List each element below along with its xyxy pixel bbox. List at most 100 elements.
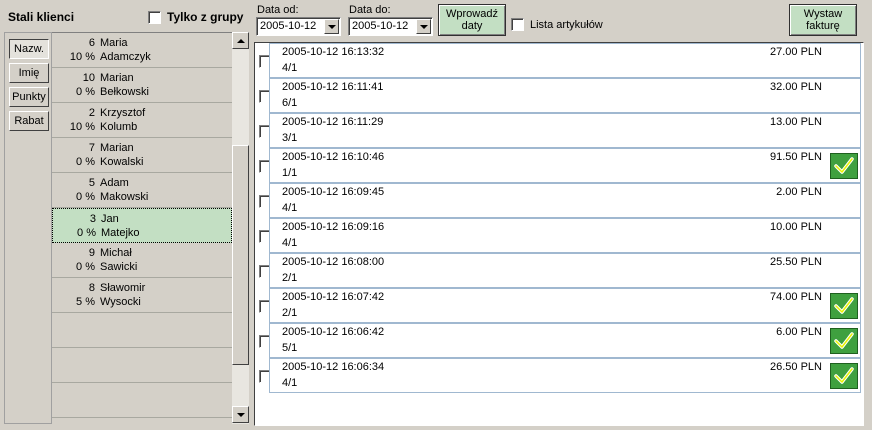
date-to-label: Data do: <box>349 4 391 16</box>
sort-by-name-button[interactable]: Nazw. <box>9 39 49 59</box>
client-first-name: Krzysztof <box>100 107 146 119</box>
sale-card[interactable]: 2005-10-12 16:09:45 4/1 2.00 PLN <box>269 183 861 218</box>
sale-card[interactable]: 2005-10-12 16:06:34 4/1 26.50 PLN <box>269 358 861 393</box>
sales-panel: Data od: 2005-10-12 Data do: 2005-10-12 … <box>251 0 872 430</box>
sale-card[interactable]: 2005-10-12 16:06:42 5/1 6.00 PLN <box>269 323 861 358</box>
sale-datetime: 2005-10-12 16:07:42 <box>282 291 385 303</box>
date-from-dropdown-button[interactable] <box>324 19 339 34</box>
sale-reference: 3/1 <box>282 132 298 144</box>
client-discount: 0 % <box>76 191 95 203</box>
date-to-select[interactable]: 2005-10-12 <box>348 17 433 36</box>
client-first-name: Adam <box>100 177 129 189</box>
loyal-clients-header: Stali klienci Tylko z grupy <box>0 0 251 32</box>
chevron-down-icon <box>327 24 336 29</box>
date-from-select[interactable]: 2005-10-12 <box>256 17 341 36</box>
sale-card[interactable]: 2005-10-12 16:07:42 2/1 74.00 PLN <box>269 288 861 323</box>
client-points: 10 <box>82 72 95 84</box>
chevron-down-icon <box>419 24 428 29</box>
client-points: 3 <box>89 213 96 225</box>
client-points: 8 <box>88 282 95 294</box>
client-points: 7 <box>88 142 95 154</box>
sale-card[interactable]: 2005-10-12 16:10:46 1/1 91.50 PLN <box>269 148 861 183</box>
enter-dates-label-line1: Wprowadź <box>446 8 498 20</box>
client-last-name: Sawicki <box>100 261 138 273</box>
sale-row[interactable]: 2005-10-12 16:06:42 5/1 6.00 PLN <box>255 323 863 358</box>
client-last-name: Matejko <box>101 227 140 239</box>
sale-row[interactable]: 2005-10-12 16:09:16 4/1 10.00 PLN <box>255 218 863 253</box>
issue-invoice-label-line2: fakturę <box>806 20 840 32</box>
client-discount: 0 % <box>77 227 96 239</box>
sort-by-first-name-button[interactable]: Imię <box>9 63 49 83</box>
scrollbar-thumb[interactable] <box>232 145 249 365</box>
sale-row[interactable]: 2005-10-12 16:09:45 4/1 2.00 PLN <box>255 183 863 218</box>
sort-by-discount-button[interactable]: Rabat <box>9 111 49 131</box>
client-last-name: Adamczyk <box>100 51 151 63</box>
sort-buttons: Nazw. Imię Punkty Rabat <box>4 32 52 424</box>
client-last-name: Kowalski <box>100 156 144 168</box>
client-discount: 0 % <box>76 86 95 98</box>
sale-row[interactable]: 2005-10-12 16:06:34 4/1 26.50 PLN <box>255 358 863 393</box>
issue-invoice-button[interactable]: Wystaw fakturę <box>789 4 857 36</box>
enter-dates-button[interactable]: Wprowadź daty <box>438 4 506 36</box>
scroll-up-button[interactable] <box>232 32 249 49</box>
sort-by-points-button[interactable]: Punkty <box>9 87 49 107</box>
date-from-value: 2005-10-12 <box>260 20 317 32</box>
sale-card[interactable]: 2005-10-12 16:13:32 4/1 27.00 PLN <box>269 43 861 78</box>
sale-reference: 4/1 <box>282 202 298 214</box>
sale-datetime: 2005-10-12 16:10:46 <box>282 151 385 163</box>
sale-row[interactable]: 2005-10-12 16:13:32 4/1 27.00 PLN <box>255 43 863 78</box>
client-list-scrollbar[interactable] <box>232 32 249 424</box>
sale-amount: 32.00 PLN <box>770 81 822 93</box>
sale-reference: 4/1 <box>282 62 298 74</box>
client-row-empty[interactable] <box>52 348 232 383</box>
client-points: 6 <box>88 37 95 49</box>
sale-card[interactable]: 2005-10-12 16:11:41 6/1 32.00 PLN <box>269 78 861 113</box>
sale-reference: 6/1 <box>282 97 298 109</box>
client-points: 9 <box>88 247 95 259</box>
client-discount: 10 % <box>69 121 95 133</box>
client-points: 2 <box>88 107 95 119</box>
articles-list-checkbox[interactable] <box>511 18 524 31</box>
sale-amount: 26.50 PLN <box>770 361 822 373</box>
sale-row[interactable]: 2005-10-12 16:08:00 2/1 25.50 PLN <box>255 253 863 288</box>
client-row[interactable]: 5 0 % Adam Makowski <box>52 173 232 208</box>
sale-reference: 4/1 <box>282 377 298 389</box>
client-row[interactable]: 3 0 % Jan Matejko <box>52 208 232 243</box>
client-first-name: Michał <box>100 247 132 259</box>
sale-row[interactable]: 2005-10-12 16:11:41 6/1 32.00 PLN <box>255 78 863 113</box>
sale-row[interactable]: 2005-10-12 16:10:46 1/1 91.50 PLN <box>255 148 863 183</box>
checkmark-icon <box>830 293 858 319</box>
client-row[interactable]: 7 0 % Marian Kowalski <box>52 138 232 173</box>
loyal-clients-panel: Stali klienci Tylko z grupy Nazw. Imię P… <box>0 0 251 430</box>
group-only-toggle[interactable]: Tylko z grupy <box>148 10 243 24</box>
sale-amount: 10.00 PLN <box>770 221 822 233</box>
scroll-down-button[interactable] <box>232 406 249 423</box>
client-discount: 0 % <box>76 261 95 273</box>
client-row-empty[interactable] <box>52 383 232 418</box>
date-to-dropdown-button[interactable] <box>416 19 431 34</box>
client-row-empty[interactable] <box>52 313 232 348</box>
client-row[interactable]: 6 10 % Maria Adamczyk <box>52 33 232 68</box>
sale-card[interactable]: 2005-10-12 16:09:16 4/1 10.00 PLN <box>269 218 861 253</box>
client-row[interactable]: 10 0 % Marian Bełkowski <box>52 68 232 103</box>
client-row[interactable]: 8 5 % Sławomir Wysocki <box>52 278 232 313</box>
sale-datetime: 2005-10-12 16:13:32 <box>282 46 385 58</box>
sale-amount: 74.00 PLN <box>770 291 822 303</box>
sale-datetime: 2005-10-12 16:09:45 <box>282 186 385 198</box>
sale-reference: 2/1 <box>282 272 298 284</box>
sale-card[interactable]: 2005-10-12 16:11:29 3/1 13.00 PLN <box>269 113 861 148</box>
articles-list-toggle[interactable]: Lista artykułów <box>511 18 603 31</box>
group-only-checkbox[interactable] <box>148 10 161 24</box>
loyal-clients-title: Stali klienci <box>8 10 75 24</box>
checkmark-icon <box>830 153 858 179</box>
client-first-name: Jan <box>101 213 119 225</box>
sale-datetime: 2005-10-12 16:08:00 <box>282 256 385 268</box>
sale-card[interactable]: 2005-10-12 16:08:00 2/1 25.50 PLN <box>269 253 861 288</box>
sale-row[interactable]: 2005-10-12 16:11:29 3/1 13.00 PLN <box>255 113 863 148</box>
client-row[interactable]: 2 10 % Krzysztof Kolumb <box>52 103 232 138</box>
arrow-up-icon <box>236 38 245 43</box>
client-row[interactable]: 9 0 % Michał Sawicki <box>52 243 232 278</box>
group-only-label: Tylko z grupy <box>167 10 244 24</box>
sale-amount: 6.00 PLN <box>776 326 822 338</box>
sale-row[interactable]: 2005-10-12 16:07:42 2/1 74.00 PLN <box>255 288 863 323</box>
